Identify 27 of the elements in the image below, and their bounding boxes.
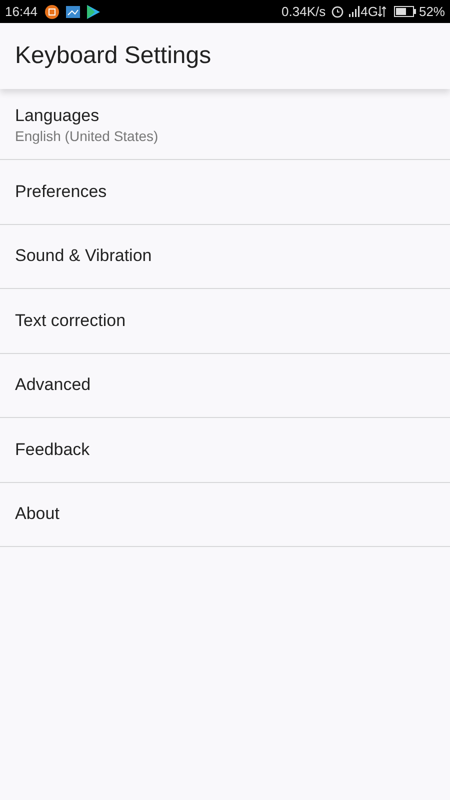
item-subtitle: English (United States) — [15, 126, 160, 144]
alarm-icon — [330, 5, 344, 18]
play-store-icon — [86, 4, 100, 18]
image-notification-icon — [66, 6, 80, 18]
settings-item[interactable]: Languages English (United States) — [0, 90, 450, 160]
settings-item[interactable]: Feedback — [0, 418, 450, 482]
signal-icon — [348, 6, 360, 17]
settings-item[interactable]: Text correction — [0, 289, 450, 354]
item-title: Advanced — [15, 374, 92, 396]
settings-item[interactable]: Sound & Vibration — [0, 224, 450, 289]
item-title: Text correction — [15, 310, 127, 332]
battery-percentage: 52% — [418, 2, 445, 21]
item-title: Languages — [15, 104, 100, 126]
app-notification-icon — [44, 4, 59, 18]
network-speed: 0.34K/s — [282, 2, 326, 21]
settings-item[interactable]: About — [0, 482, 450, 547]
battery-icon — [394, 6, 416, 17]
clock-time: 16:44 — [5, 2, 38, 21]
data-transfer-icon — [378, 6, 386, 17]
network-type: 4G — [360, 2, 378, 21]
item-title: Preferences — [15, 180, 108, 203]
screen-title: Keyboard Settings — [15, 41, 212, 71]
settings-item[interactable]: Advanced — [0, 354, 450, 418]
item-title: About — [15, 503, 60, 526]
item-title: Feedback — [15, 438, 91, 461]
settings-item[interactable]: Preferences — [0, 160, 450, 224]
item-title: Sound & Vibration — [15, 245, 153, 268]
